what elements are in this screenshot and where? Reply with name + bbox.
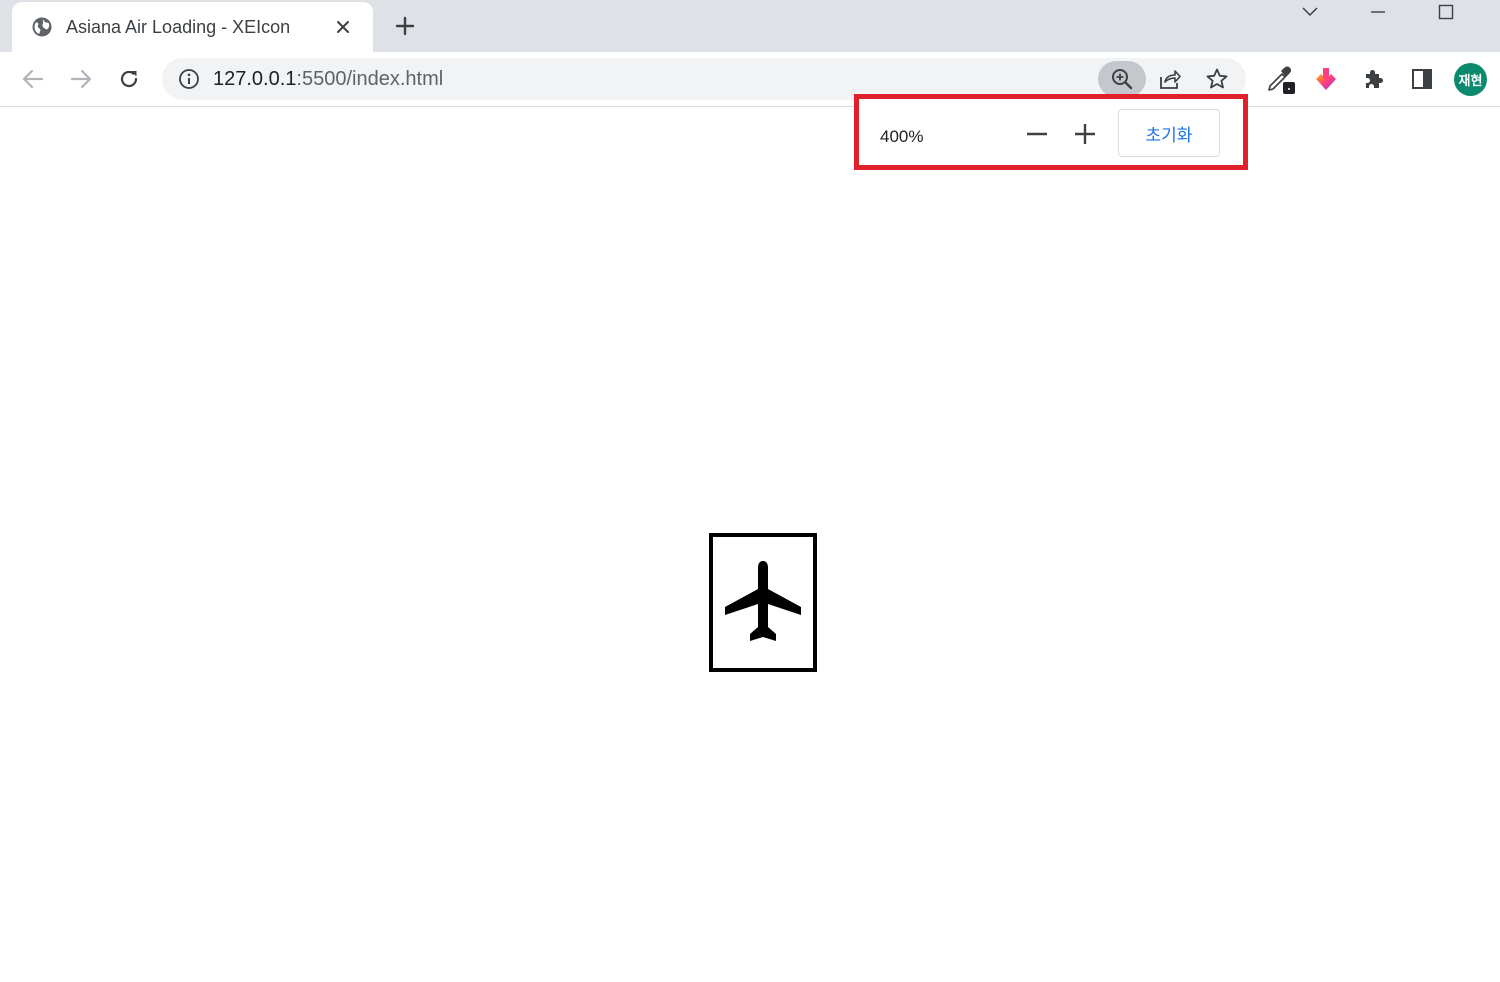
browser-tab[interactable]: Asiana Air Loading - XEIcon [12,2,373,52]
browser-toolbar: 127.0.0.1:5500/index.html 재현 [0,52,1500,107]
eyedropper-extension-button[interactable] [1264,62,1298,96]
profile-avatar[interactable]: 재현 [1454,63,1487,96]
plus-icon [1075,124,1095,144]
color-extension-button[interactable] [1309,62,1343,96]
share-icon [1160,70,1181,89]
zoom-in-button[interactable] [1070,119,1100,149]
url-text[interactable]: 127.0.0.1:5500/index.html [213,68,443,91]
forward-button[interactable] [64,62,98,96]
extensions-button[interactable] [1357,62,1391,96]
minimize-icon [1371,11,1385,13]
eyedropper-icon [1268,66,1295,94]
plus-icon [395,16,415,36]
side-panel-icon [1412,69,1432,89]
zoom-level-text: 400% [880,127,924,146]
airplane-icon [725,560,801,641]
url-host: 127.0.0.1 [213,68,297,90]
close-icon [337,21,349,33]
zoom-reset-button[interactable]: 초기화 [1118,109,1220,157]
new-tab-button[interactable] [391,12,419,40]
tab-close-button[interactable] [331,15,355,39]
zoom-indicator-button[interactable] [1098,61,1146,97]
zoom-out-button[interactable] [1022,119,1052,149]
star-icon [1206,68,1228,89]
minus-icon [1027,132,1047,136]
info-icon[interactable] [178,68,200,90]
airplane-frame [709,533,817,672]
arrow-right-icon [70,69,92,89]
globe-icon [32,17,52,37]
reload-button[interactable] [112,62,146,96]
reload-icon [120,70,138,88]
maximize-button[interactable] [1424,0,1468,24]
back-button[interactable] [16,62,50,96]
zoom-popup: 400% 초기화 [854,94,1248,170]
arrow-left-icon [22,69,44,89]
side-panel-button[interactable] [1405,62,1439,96]
bookmark-button[interactable] [1199,61,1235,97]
tab-title: Asiana Air Loading - XEIcon [66,16,291,37]
zoom-in-icon [1112,69,1133,90]
color-drop-icon [1316,68,1336,90]
chevron-down-icon [1302,7,1318,17]
url-path: :5500/index.html [296,68,444,90]
puzzle-icon [1366,70,1383,88]
tab-search-button[interactable] [1288,0,1332,24]
minimize-button[interactable] [1356,0,1400,24]
maximize-icon [1438,4,1454,20]
tab-strip: Asiana Air Loading - XEIcon [0,0,1500,52]
share-button[interactable] [1152,61,1188,97]
